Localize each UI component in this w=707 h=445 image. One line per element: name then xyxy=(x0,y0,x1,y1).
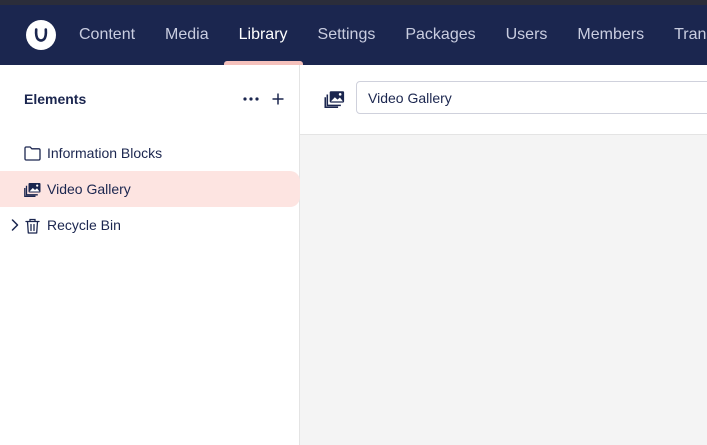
top-navigation-bar: Content Media Library Settings Packages … xyxy=(0,5,707,65)
nav-item-packages[interactable]: Packages xyxy=(390,5,490,65)
editor-header xyxy=(300,65,707,135)
nav-item-members[interactable]: Members xyxy=(562,5,659,65)
tree-item-recycle-bin[interactable]: Recycle Bin xyxy=(0,207,300,243)
sidebar-title: Elements xyxy=(24,91,87,107)
nav-item-settings[interactable]: Settings xyxy=(303,5,391,65)
tree-item-label: Recycle Bin xyxy=(47,217,121,233)
tree-item-label: Video Gallery xyxy=(47,181,131,197)
plus-icon xyxy=(272,93,284,105)
trash-icon xyxy=(24,217,41,234)
nav-item-translation[interactable]: Transl xyxy=(659,5,707,65)
editor-body xyxy=(300,135,707,445)
tree-item-information-blocks[interactable]: Information Blocks xyxy=(0,135,300,171)
nav-item-users[interactable]: Users xyxy=(491,5,563,65)
nav-item-media[interactable]: Media xyxy=(150,5,224,65)
tree-item-video-gallery[interactable]: Video Gallery xyxy=(0,171,300,207)
sidebar-header: Elements xyxy=(0,65,300,135)
chevron-right-icon[interactable] xyxy=(9,218,21,232)
more-icon xyxy=(243,97,259,101)
folder-icon xyxy=(24,145,41,162)
create-button[interactable] xyxy=(267,88,289,110)
sidebar: Elements Information Blocks Video Galler… xyxy=(0,65,300,445)
tree-item-label: Information Blocks xyxy=(47,145,163,161)
nav-item-content[interactable]: Content xyxy=(64,5,150,65)
name-input[interactable] xyxy=(356,81,707,114)
nav-item-library[interactable]: Library xyxy=(223,5,303,65)
more-actions-button[interactable] xyxy=(240,88,262,110)
umbraco-logo-icon[interactable] xyxy=(26,20,56,50)
pictures-icon xyxy=(24,181,41,198)
pictures-icon[interactable] xyxy=(323,88,345,110)
section-nav: Content Media Library Settings Packages … xyxy=(64,5,707,65)
